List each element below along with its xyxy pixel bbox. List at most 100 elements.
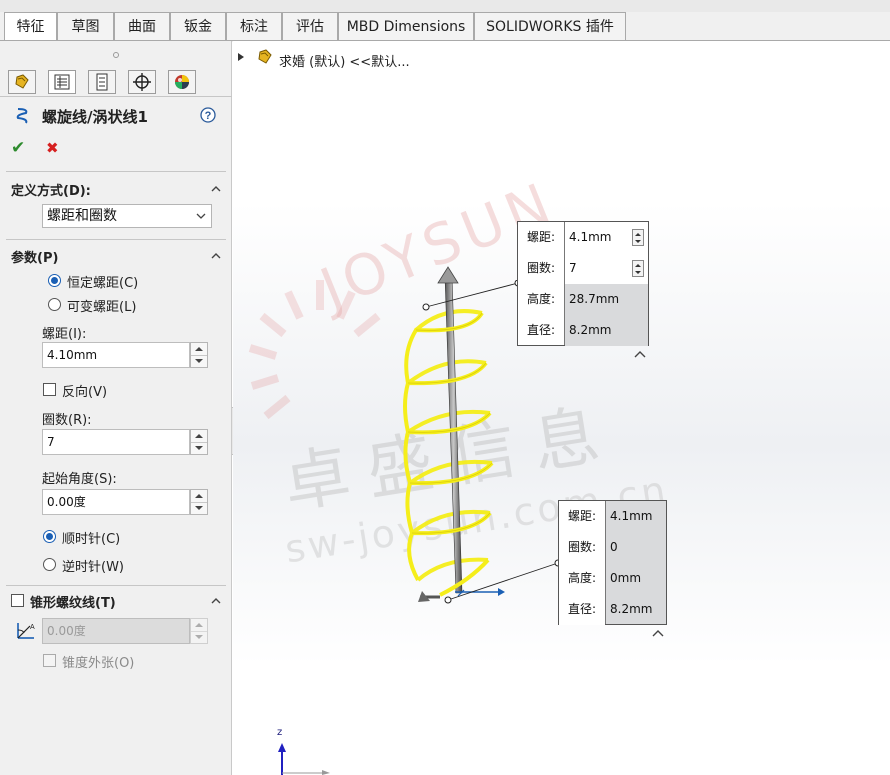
part-icon [258,49,272,64]
tab-mbd-dimensions[interactable]: MBD Dimensions [338,12,474,40]
taper-step-down[interactable] [191,631,207,643]
tab-property-manager[interactable] [48,70,76,94]
tab-evaluate[interactable]: 评估 [282,12,338,40]
counterclockwise-radio[interactable] [43,558,56,571]
callout-pitch-stepper[interactable] [632,229,644,246]
tab-feature-manager[interactable] [8,70,36,94]
tab-dimxpert-manager[interactable] [128,70,156,94]
reference-triad [278,743,330,775]
tab-sketch[interactable]: 草图 [57,12,114,40]
tab-surfaces[interactable]: 曲面 [114,12,170,40]
tab-display-manager[interactable] [168,70,196,94]
pitch-label: 螺距(I): [42,327,87,342]
tabs-separator [0,96,232,97]
callout-bottom-row: 直径: 8.2mm [559,594,666,625]
variable-pitch-radio[interactable] [48,298,61,311]
taper-separator [6,585,226,586]
pitch-step-down[interactable] [191,355,207,367]
callout-top-row: 圈数: 7 [518,253,648,284]
ok-button[interactable]: ✔ [11,138,25,158]
start-angle-label: 起始角度(S): [42,472,117,487]
reverse-checkbox[interactable] [43,383,56,396]
start-angle-input[interactable]: 0.00度 [42,489,190,515]
feature-title: 螺旋线/涡状线1 [42,108,148,126]
helix-feature-icon [16,108,28,124]
appearance-icon [175,75,189,89]
tab-sheet-metal[interactable]: 钣金 [170,12,226,40]
constant-pitch-label: 恒定螺距(C) [67,276,139,291]
chevron-up-icon[interactable] [211,251,221,261]
start-angle-step-down[interactable] [191,502,207,514]
help-icon[interactable]: ? [200,107,216,123]
callout-bottom-row: 高度: 0mm [559,563,666,594]
variable-pitch-label: 可变螺距(L) [67,300,137,315]
definition-separator [6,171,226,172]
configuration-icon [96,73,108,91]
property-manager-icon [54,74,70,90]
tab-solidworks-addins[interactable]: SOLIDWORKS 插件 [474,12,626,40]
callout-bottom-pitch-value: 4.1mm [610,509,653,523]
parameters-section-title: 参数(P) [11,251,59,266]
callout-key: 螺距: [559,501,605,532]
callout-height-value: 28.7mm [565,284,648,315]
command-manager-tabs: 特征 草图 曲面 钣金 标注 评估 MBD Dimensions SOLIDWO… [0,0,890,42]
taper-angle-input[interactable]: 0.00度 [42,618,190,644]
callout-top-row: 直径: 8.2mm [518,315,648,346]
parameters-separator [6,239,226,240]
callout-key: 圈数: [526,261,556,275]
callout-collapse-icon[interactable] [652,629,664,637]
revolutions-input[interactable]: 7 [42,429,190,455]
revolutions-step-down[interactable] [191,442,207,454]
revolutions-stepper[interactable] [190,429,208,455]
taper-angle-icon: A [17,623,35,639]
callout-top[interactable]: 螺距: 4.1mm 圈数: 7 高度: 28.7mm 直径: 8.2mm [517,221,649,346]
callout-revolutions-stepper[interactable] [632,260,644,277]
svg-text:?: ? [205,110,212,122]
pitch-stepper[interactable] [190,342,208,368]
tab-markup[interactable]: 标注 [226,12,282,40]
panel-grip[interactable] [113,52,119,58]
callout-key: 直径: [526,323,556,337]
callout-top-row: 高度: 28.7mm [518,284,648,315]
taper-outward-label: 锥度外张(O) [62,656,135,671]
definition-selected: 螺距和圈数 [47,208,117,224]
taper-section-title: 锥形螺纹线(T) [30,596,116,611]
clockwise-radio[interactable] [43,530,56,543]
callout-key: 高度: [526,292,556,306]
callout-bottom-height-value: 0mm [610,571,642,585]
crosshair-icon [133,73,151,91]
tab-features[interactable]: 特征 [4,12,57,42]
revolutions-label: 圈数(R): [42,413,92,428]
cancel-button[interactable]: ✖ [46,139,59,157]
callout-bottom[interactable]: 螺距: 4.1mm 圈数: 0 高度: 0mm 直径: 8.2mm [558,500,667,625]
callout-bottom-row: 螺距: 4.1mm [559,501,666,532]
callout-key: 螺距: [526,230,556,244]
pitch-input[interactable]: 4.10mm [42,342,190,368]
definition-section-title: 定义方式(D): [11,184,91,199]
svg-text:A: A [30,624,35,631]
taper-helix-checkbox[interactable] [11,594,24,607]
callout-collapse-icon[interactable] [634,350,646,358]
feature-tree-icon [15,74,29,89]
clockwise-label: 顺时针(C) [62,532,121,547]
callout-top-row: 螺距: 4.1mm [518,222,648,253]
callout-key: 高度: [559,563,605,594]
expand-arrow-icon[interactable] [237,52,245,62]
taper-outward-checkbox[interactable] [43,654,56,667]
reverse-label: 反向(V) [62,385,108,400]
chevron-up-icon[interactable] [211,184,221,194]
triad-z-label: z [277,727,283,738]
chevron-down-icon [196,213,206,219]
callout-bottom-revolutions-value: 0 [610,540,618,554]
callout-bottom-row: 圈数: 0 [559,532,666,563]
callout-key: 直径: [559,594,605,625]
taper-angle-stepper[interactable] [190,618,208,644]
constant-pitch-radio[interactable] [48,274,61,287]
start-angle-stepper[interactable] [190,489,208,515]
chevron-up-icon[interactable] [211,596,221,606]
counterclockwise-label: 逆时针(W) [62,560,124,575]
feature-tree-root[interactable]: 求婚 (默认) <<默认... [279,51,410,70]
definition-dropdown[interactable]: 螺距和圈数 [42,204,212,228]
tab-configuration-manager[interactable] [88,70,116,94]
callout-diameter-value: 8.2mm [565,315,648,346]
